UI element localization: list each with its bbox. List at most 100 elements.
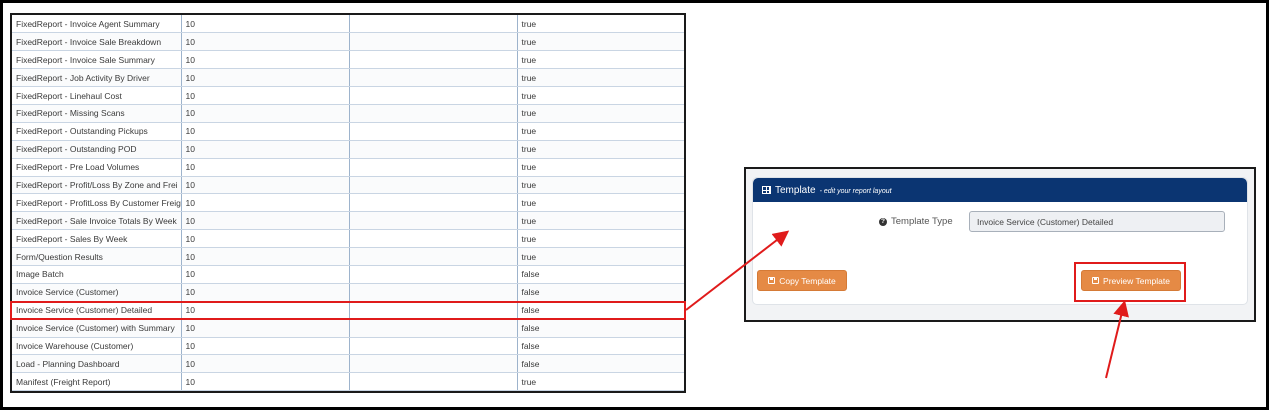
cell-blank [349, 15, 518, 34]
table-row[interactable]: FixedReport - Linehaul Cost 10 true [12, 86, 684, 105]
template-type-label-wrap: ? Template Type [879, 216, 953, 227]
cell-count: 10 [181, 211, 350, 231]
cell-blank [349, 247, 518, 266]
cell-name: Manifest (Freight Report) [12, 372, 182, 391]
table-row[interactable]: FixedReport - Job Activity By Driver 10 tr… [12, 68, 684, 88]
save-icon [1092, 277, 1100, 284]
cell-blank [349, 32, 518, 52]
cell-count: 10 [181, 86, 350, 105]
cell-flag: true [517, 15, 684, 34]
cell-blank [349, 86, 518, 105]
cell-count: 10 [181, 283, 350, 302]
cell-flag: true [517, 372, 684, 391]
cell-name: Image Batch [12, 265, 182, 284]
table-row[interactable]: FixedReport - Profit/Loss By Zone and Fr… [12, 176, 684, 195]
table-row[interactable]: FixedReport - Sale Invoice Totals By Wee… [12, 211, 684, 231]
copy-template-button[interactable]: Copy Template [757, 270, 847, 291]
cell-name: Invoice Warehouse (Customer) [12, 337, 182, 356]
cell-count: 10 [181, 158, 350, 177]
cell-name: FixedReport - ProfitLoss By Customer Fre… [12, 193, 182, 213]
cell-flag: true [517, 229, 684, 249]
table-row[interactable]: Invoice Service (Customer) with Summary 1… [12, 319, 684, 338]
template-card: Template - edit your report layout ? Tem… [752, 177, 1248, 305]
cell-blank [349, 283, 518, 302]
cell-name: FixedReport - Job Activity By Driver [12, 68, 182, 88]
cell-flag: true [517, 32, 684, 52]
cell-flag: true [517, 122, 684, 141]
table-icon [762, 186, 771, 194]
cell-count: 10 [181, 301, 350, 320]
template-card-subtitle: - edit your report layout [819, 187, 892, 195]
cell-flag: true [517, 104, 684, 123]
table-row[interactable]: FixedReport - ProfitLoss By Customer Fre… [12, 193, 684, 213]
template-type-label: Template Type [891, 216, 953, 227]
table-row[interactable]: Load - Planning Dashboard 10 false [12, 354, 684, 374]
cell-blank [349, 50, 518, 70]
cell-flag: true [517, 86, 684, 105]
table-row[interactable]: Image Batch 10 false [12, 265, 684, 284]
cell-count: 10 [181, 354, 350, 374]
table-row[interactable]: FixedReport - Sales By Week 10 true [12, 229, 684, 249]
table-row[interactable]: FixedReport - Invoice Agent Summary 10 tru… [12, 15, 684, 34]
cell-name: FixedReport - Sale Invoice Totals By Wee… [12, 211, 182, 231]
cell-flag: false [517, 283, 684, 302]
cell-flag: true [517, 68, 684, 88]
cell-blank [349, 354, 518, 374]
cell-name: Invoice Service (Customer) Detailed [12, 301, 182, 320]
cell-blank [349, 211, 518, 231]
table-row[interactable]: FixedReport - Outstanding Pickups 10 true [12, 122, 684, 141]
template-type-input[interactable] [969, 211, 1225, 232]
cell-flag: true [517, 193, 684, 213]
cell-blank [349, 104, 518, 123]
template-card-header: Template - edit your report layout [753, 178, 1247, 202]
table-row[interactable]: FixedReport - Pre Load Volumes 10 true [12, 158, 684, 177]
cell-name: Invoice Service (Customer) [12, 283, 182, 302]
question-circle-icon[interactable]: ? [879, 217, 887, 226]
cell-flag: true [517, 140, 684, 159]
cell-name: FixedReport - Linehaul Cost [12, 86, 182, 105]
preview-template-label: Preview Template [1103, 275, 1170, 286]
cell-name: Form/Question Results [12, 247, 182, 266]
cell-name: FixedReport - Outstanding POD [12, 140, 182, 159]
table-row[interactable]: Invoice Service (Customer) 10 false [12, 283, 684, 302]
cell-count: 10 [181, 32, 350, 52]
cell-flag: true [517, 211, 684, 231]
cell-name: Invoice Service (Customer) with Summary [12, 319, 182, 338]
cell-count: 10 [181, 68, 350, 88]
table-row[interactable]: Manifest (Freight Report) 10 true [12, 372, 684, 391]
cell-name: FixedReport - Invoice Sale Summary [12, 50, 182, 70]
template-type-row: ? Template Type [753, 211, 1247, 233]
cell-count: 10 [181, 265, 350, 284]
table-row[interactable]: FixedReport - Missing Scans 10 true [12, 104, 684, 123]
copy-template-label: Copy Template [779, 275, 836, 286]
cell-blank [349, 140, 518, 159]
table-row[interactable]: FixedReport - Invoice Sale Breakdown 10 tr… [12, 32, 684, 52]
cell-flag: true [517, 247, 684, 266]
cell-count: 10 [181, 176, 350, 195]
table-row[interactable]: FixedReport - Outstanding POD 10 true [12, 140, 684, 159]
cell-flag: false [517, 337, 684, 356]
cell-count: 10 [181, 122, 350, 141]
cell-flag: true [517, 158, 684, 177]
cell-name: FixedReport - Pre Load Volumes [12, 158, 182, 177]
table-row[interactable]: Form/Question Results 10 true [12, 247, 684, 266]
cell-count: 10 [181, 229, 350, 249]
cell-count: 10 [181, 104, 350, 123]
cell-name: FixedReport - Missing Scans [12, 104, 182, 123]
cell-blank [349, 319, 518, 338]
template-panel-frame: Template - edit your report layout ? Tem… [744, 167, 1256, 322]
cell-count: 10 [181, 372, 350, 391]
cell-blank [349, 301, 518, 320]
cell-flag: false [517, 354, 684, 374]
preview-template-button[interactable]: Preview Template [1081, 270, 1181, 291]
table-row[interactable]: FixedReport - Invoice Sale Summary 10 true [12, 50, 684, 70]
cell-count: 10 [181, 15, 350, 34]
table-row[interactable]: Invoice Service (Customer) Detailed 10 fal… [12, 301, 684, 320]
cell-blank [349, 158, 518, 177]
cell-blank [349, 337, 518, 356]
cell-name: Load - Planning Dashboard [12, 354, 182, 374]
table-row[interactable]: Invoice Warehouse (Customer) 10 false [12, 337, 684, 356]
cell-blank [349, 176, 518, 195]
cell-blank [349, 372, 518, 391]
cell-blank [349, 193, 518, 213]
